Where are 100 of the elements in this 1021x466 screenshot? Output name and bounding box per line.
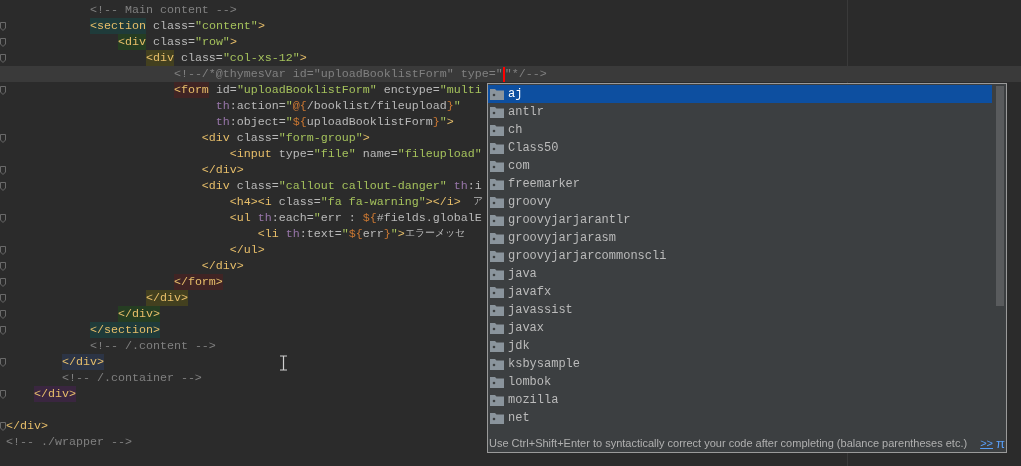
code-namespace: th (215, 98, 230, 114)
code-attribute: :i (467, 178, 482, 194)
code-attribute: name= (362, 146, 398, 162)
pi-symbol: π (996, 434, 1005, 453)
completion-item[interactable]: com (488, 157, 992, 175)
more-link[interactable]: >> (980, 435, 993, 452)
code-tag: </section> (89, 322, 160, 338)
code-attribute: type= (278, 146, 314, 162)
code-tag: <div (117, 34, 146, 50)
completion-item[interactable]: java (488, 265, 992, 283)
code-text: ア (472, 195, 483, 209)
folder-icon (490, 268, 504, 280)
completion-item[interactable]: net (488, 409, 992, 427)
code-tag: > (257, 18, 265, 34)
completion-item[interactable]: ksbysample (488, 355, 992, 373)
code-comment: <!-- /.container --> (61, 370, 202, 386)
fold-marker-icon (0, 133, 7, 143)
code-tag: > (229, 34, 237, 50)
code-attribute: class= (236, 178, 279, 194)
fold-marker-icon (0, 389, 7, 399)
folder-icon (490, 412, 504, 424)
code-attribute: class= (152, 18, 195, 34)
fold-marker-icon (0, 53, 7, 63)
code-attribute: class= (152, 34, 195, 50)
completion-item[interactable]: mozilla (488, 391, 992, 409)
folder-icon (490, 160, 504, 172)
code-tag: <section (89, 18, 146, 34)
fold-marker-icon (0, 277, 7, 287)
code-tag: </div> (201, 258, 244, 274)
code-comment: <!-- ./wrapper --> (6, 434, 132, 450)
folder-icon (490, 340, 504, 352)
code-namespace: th (257, 210, 272, 226)
code-tag: <li (257, 226, 279, 242)
fold-marker-icon (0, 357, 7, 367)
completion-item[interactable]: groovyjarjarantlr (488, 211, 992, 229)
code-text: err (362, 226, 384, 242)
fold-marker-icon (0, 85, 7, 95)
code-attribute: :object= (229, 114, 286, 130)
code-tag: </div> (145, 290, 188, 306)
completion-item[interactable]: javax (488, 319, 992, 337)
folder-icon (490, 232, 504, 244)
completion-item[interactable]: freemarker (488, 175, 992, 193)
code-expression: } (446, 98, 454, 114)
code-expression: ${ (348, 226, 363, 242)
code-namespace: th (215, 114, 230, 130)
code-text: uploadBooklistForm (306, 114, 433, 130)
code-tag: </div> (6, 418, 48, 434)
fold-marker-icon (0, 309, 7, 319)
code-tag: </ul> (229, 242, 265, 258)
code-comment: <!--/*@thymesVar id="uploadBooklistForm" type=" (173, 66, 503, 82)
code-tag: <div (145, 50, 174, 66)
completion-item[interactable]: javassist (488, 301, 992, 319)
fold-marker-icon (0, 181, 7, 191)
completion-item[interactable]: groovyjarjarasm (488, 229, 992, 247)
code-string: "fa fa-warning" (320, 194, 426, 210)
code-attribute: :action= (229, 98, 286, 114)
completion-item[interactable]: aj (488, 85, 992, 103)
completion-item[interactable]: groovy (488, 193, 992, 211)
code-attribute: class= (180, 50, 223, 66)
fold-marker-icon (0, 245, 7, 255)
folder-icon (490, 394, 504, 406)
code-string: "file" (313, 146, 356, 162)
code-string: "multi (439, 82, 482, 98)
code-comment: "*/--> (504, 66, 547, 82)
code-attribute: :each= (271, 210, 314, 226)
code-tag: > (299, 50, 307, 66)
fold-marker-icon (0, 293, 7, 303)
fold-marker-icon (0, 37, 7, 47)
code-string: " (439, 114, 447, 130)
completion-item[interactable]: groovyjarjarcommonscli (488, 247, 992, 265)
completion-item[interactable]: Class50 (488, 139, 992, 157)
completion-item[interactable]: ch (488, 121, 992, 139)
code-tag: </div> (117, 306, 160, 322)
text-cursor-icon (279, 355, 288, 371)
code-expression: } (432, 114, 440, 130)
fold-marker-icon (0, 261, 7, 271)
code-string: "col-xs-12" (222, 50, 300, 66)
scrollbar[interactable] (996, 86, 1004, 306)
code-tag: > (397, 226, 405, 242)
code-tag: <h4><i (229, 194, 272, 210)
code-string: "fileupload" (397, 146, 482, 162)
folder-icon (490, 250, 504, 262)
folder-icon (490, 178, 504, 190)
fold-marker-icon (0, 421, 7, 431)
code-string: " (285, 114, 293, 130)
code-expression: } (383, 226, 391, 242)
completion-item[interactable]: javafx (488, 283, 992, 301)
folder-icon (490, 196, 504, 208)
code-string: " (453, 98, 461, 114)
text-caret (502, 66, 505, 82)
completion-item[interactable]: jdk (488, 337, 992, 355)
folder-icon (490, 106, 504, 118)
folder-icon (490, 322, 504, 334)
code-string: "callout callout-danger" (278, 178, 447, 194)
code-tag: <ul (229, 210, 251, 226)
completion-item[interactable]: antlr (488, 103, 992, 121)
code-string: "uploadBooklistForm" (236, 82, 377, 98)
code-tag: ></i> (425, 194, 461, 210)
completion-item[interactable]: lombok (488, 373, 992, 391)
code-namespace: th (285, 226, 300, 242)
